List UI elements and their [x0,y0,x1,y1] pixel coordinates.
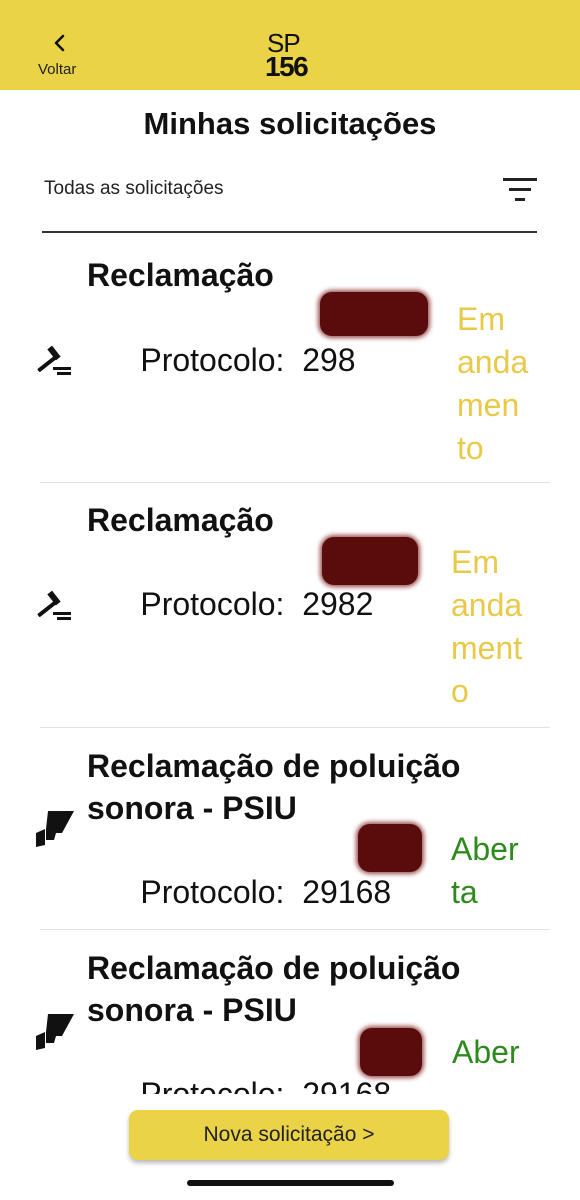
request-title: Reclamação de poluição sonora - PSIU [87,950,461,1028]
request-protocol: Protocolo: 298 [140,342,356,378]
request-item[interactable]: Reclamação de poluição sonora - PSIU Pro… [0,728,580,930]
request-title: Reclamação de poluição sonora - PSIU [87,748,461,826]
page-title: Minhas solicitações [143,106,437,141]
app-header: Voltar SP 156 [0,0,580,90]
gavel-icon [37,345,71,375]
request-status: Aber [452,1034,520,1070]
request-title: Reclamação [87,502,274,538]
redacted-protocol [320,292,428,336]
redacted-protocol [358,824,422,872]
request-item[interactable]: Reclamação de poluição sonora - PSIU Pro… [0,930,580,1094]
request-status: Em anda men to [457,301,529,466]
megaphone-icon [36,811,74,847]
request-list[interactable]: Reclamação Protocolo: 298 Em anda men to… [0,234,580,1094]
request-item[interactable]: Reclamação Protocolo: 2982 Em anda ment … [0,483,580,728]
request-title: Reclamação [87,257,274,293]
filter-icon [503,178,537,201]
new-request-button[interactable]: Nova solicitação > [129,1110,449,1160]
home-indicator [187,1180,394,1186]
chevron-left-icon [54,34,65,52]
request-protocol: Protocolo: 29168 [140,1076,392,1094]
redacted-protocol [322,537,418,585]
filter-button[interactable] [503,176,539,204]
sp156-logo: SP 156 [262,30,322,82]
request-status: Aber ta [451,831,519,910]
back-button[interactable]: Voltar [30,28,92,82]
request-status: Em anda ment o [451,544,523,709]
filter-label[interactable]: Todas as solicitações [44,178,224,200]
request-item[interactable]: Reclamação Protocolo: 298 Em anda men to [0,234,580,483]
back-label: Voltar [38,61,77,78]
megaphone-icon [36,1014,74,1050]
logo-156: 156 [265,51,309,82]
redacted-protocol [360,1028,422,1076]
filter-divider [42,231,537,233]
gavel-icon [37,590,71,620]
